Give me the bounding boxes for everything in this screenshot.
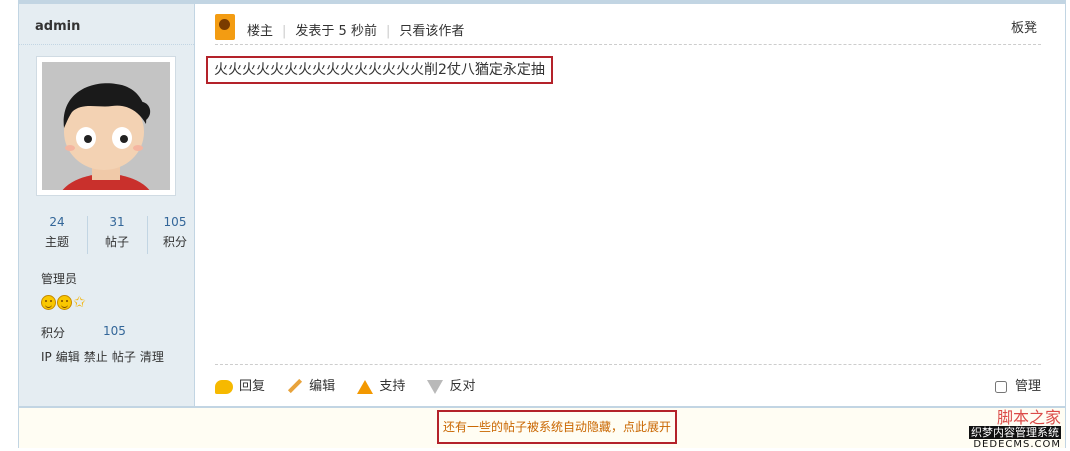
author-name[interactable]: admin [35,19,80,34]
author-sidebar: admin 24 主题 31 帖子 105 积分 管理员 ✩ 积分 105 IP… [19,4,195,406]
post-content: 火火火火火火火火火火火火火火火削2仗八猶定永定抽 [206,56,553,84]
stat-credits-label: 积分 [162,235,187,249]
star-icon: ✩ [73,293,86,311]
post-meta: 楼主 | 发表于 5 秒前 | 只看该作者 [247,20,464,39]
watermark: 脚本之家 织梦内容管理系统 DEDECMS.COM [969,410,1061,451]
watermark-brand: 脚本之家 [996,408,1061,427]
score-value: 105 [103,324,126,338]
oppose-button[interactable]: 反对 [427,375,475,394]
user-group[interactable]: 管理员 [41,270,77,287]
sidebar-divider [19,44,194,45]
arrow-down-icon [427,379,444,394]
support-button[interactable]: 支持 [357,375,405,394]
floor-number[interactable]: 板凳 [1011,17,1037,36]
avatar[interactable] [36,56,176,196]
avatar-image [42,62,170,190]
stat-topics-value: 24 [49,215,65,229]
admin-link-ban[interactable]: 禁止 [84,350,108,364]
post-role: 楼主 [247,24,274,39]
support-label: 支持 [379,379,406,394]
manage-label: 管理 [1014,379,1041,394]
stat-credits[interactable]: 105 积分 [149,212,201,252]
smiley-icon [41,295,56,310]
stat-posts-label: 帖子 [104,235,129,249]
stat-posts-value: 31 [109,215,125,229]
meta-divider: | [282,24,287,39]
manage-checkbox[interactable] [994,380,1007,393]
pencil-icon [288,378,303,393]
reply-icon [215,379,233,394]
admin-link-clean[interactable]: 清理 [140,350,164,364]
admin-link-ip[interactable]: IP [41,350,52,364]
stat-topics-label: 主题 [44,235,69,249]
admin-links: IP 编辑 禁止 帖子 清理 [41,348,168,365]
stat-topics[interactable]: 24 主题 [31,212,83,252]
meta-divider: | [385,24,391,39]
oppose-label: 反对 [449,379,476,394]
watermark-line2: DEDECMS.COM [973,439,1061,450]
show-hidden-posts-link[interactable]: 还有一些的帖子被系统自动隐藏，点此展开 [437,410,678,444]
hidden-posts-bar: 还有一些的帖子被系统自动隐藏，点此展开 脚本之家 织梦内容管理系统 DEDECM… [19,406,1065,451]
watermark-line1: 织梦内容管理系统 [969,426,1061,439]
post-actions: 回复 编辑 支持 反对 [215,375,493,394]
user-score: 积分 105 [41,324,126,341]
stat-divider [147,216,148,254]
reply-button[interactable]: 回复 [215,375,265,394]
stat-credits-value: 105 [163,215,187,229]
manage-control: 管理 [994,375,1041,394]
post-header: 楼主 | 发表于 5 秒前 | 只看该作者 板凳 [215,14,1041,45]
user-stats: 24 主题 31 帖子 105 积分 [31,212,191,256]
edit-button[interactable]: 编辑 [287,375,335,394]
admin-link-edit[interactable]: 编辑 [56,350,80,364]
admin-link-posts[interactable]: 帖子 [112,350,136,364]
arrow-up-icon [357,379,374,394]
only-author-link[interactable]: 只看该作者 [399,24,464,39]
stat-divider [87,216,88,254]
score-label: 积分 [41,326,66,340]
online-author-icon [215,14,235,40]
reply-label: 回复 [239,379,266,394]
stat-posts[interactable]: 31 帖子 [91,212,143,252]
rank-stars: ✩ [41,295,86,310]
post-footer: 回复 编辑 支持 反对 管理 [215,364,1041,405]
smiley-icon [57,295,72,310]
post-time: 发表于 5 秒前 [295,24,377,39]
edit-label: 编辑 [309,379,336,394]
